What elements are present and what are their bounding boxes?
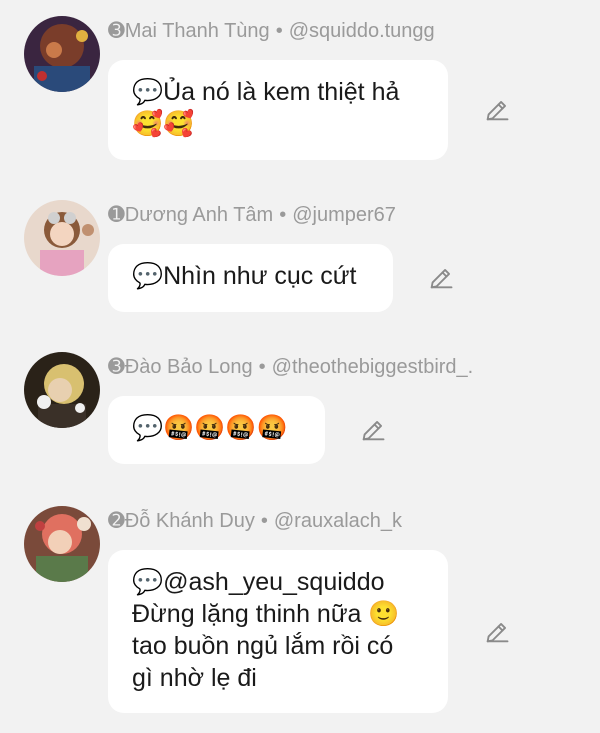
pencil-icon[interactable]: [483, 96, 511, 124]
pencil-icon[interactable]: [427, 264, 455, 292]
comment-text-line: 🥰🥰: [132, 110, 195, 138]
author-name[interactable]: Mai Thanh Tùng: [125, 20, 270, 42]
pencil-icon[interactable]: [483, 618, 511, 646]
comment-text-line: 💬🤬🤬🤬🤬: [132, 414, 288, 442]
comment-meta: ➌Mai Thanh Tùng • @squiddo.tungg: [108, 18, 435, 43]
author-handle[interactable]: @theothebiggestbird_.: [272, 356, 474, 378]
avatar[interactable]: [24, 352, 100, 428]
pencil-icon[interactable]: [359, 416, 387, 444]
author-name[interactable]: Đào Bảo Long: [125, 356, 253, 378]
rank-badge: ➊: [108, 204, 125, 226]
separator: •: [260, 510, 268, 532]
rank-badge: ➋: [108, 510, 125, 532]
comment-text-line: 💬Ủa nó là kem thiệt hả: [132, 78, 400, 106]
comment-text-line: Đừng lặng thinh nữa 🙂: [132, 600, 400, 628]
author-name[interactable]: Dương Anh Tâm: [125, 204, 273, 226]
comment-meta: ➋Đỗ Khánh Duy • @rauxalach_k: [108, 508, 402, 533]
avatar[interactable]: [24, 200, 100, 276]
comment-bubble[interactable]: 💬Nhìn như cục cứt: [108, 244, 393, 312]
separator: •: [258, 356, 266, 378]
separator: •: [275, 20, 283, 42]
comment-meta: ➌Đào Bảo Long • @theothebiggestbird_.: [108, 354, 473, 379]
rank-badge: ➌: [108, 356, 125, 378]
author-handle[interactable]: @squiddo.tungg: [289, 20, 435, 42]
author-handle[interactable]: @rauxalach_k: [274, 510, 402, 532]
comment-bubble[interactable]: 💬🤬🤬🤬🤬: [108, 396, 325, 464]
comment-bubble[interactable]: 💬Ủa nó là kem thiệt hả 🥰🥰: [108, 60, 448, 160]
separator: •: [279, 204, 287, 226]
rank-badge: ➌: [108, 20, 125, 42]
avatar[interactable]: [24, 16, 100, 92]
comment-bubble[interactable]: 💬@ash_yeu_squiddo Đừng lặng thinh nữa 🙂 …: [108, 550, 448, 713]
comment-meta: ➊Dương Anh Tâm • @jumper67: [108, 202, 396, 227]
avatar[interactable]: [24, 506, 100, 582]
author-name[interactable]: Đỗ Khánh Duy: [125, 510, 255, 532]
author-handle[interactable]: @jumper67: [292, 204, 396, 226]
comment-text-line: tao buồn ngủ lắm rồi có: [132, 632, 394, 660]
comment-text-line: 💬Nhìn như cục cứt: [132, 262, 357, 290]
comment-text-line: gì nhờ lẹ đi: [132, 664, 257, 692]
comment-text-line: 💬@ash_yeu_squiddo: [132, 568, 385, 596]
